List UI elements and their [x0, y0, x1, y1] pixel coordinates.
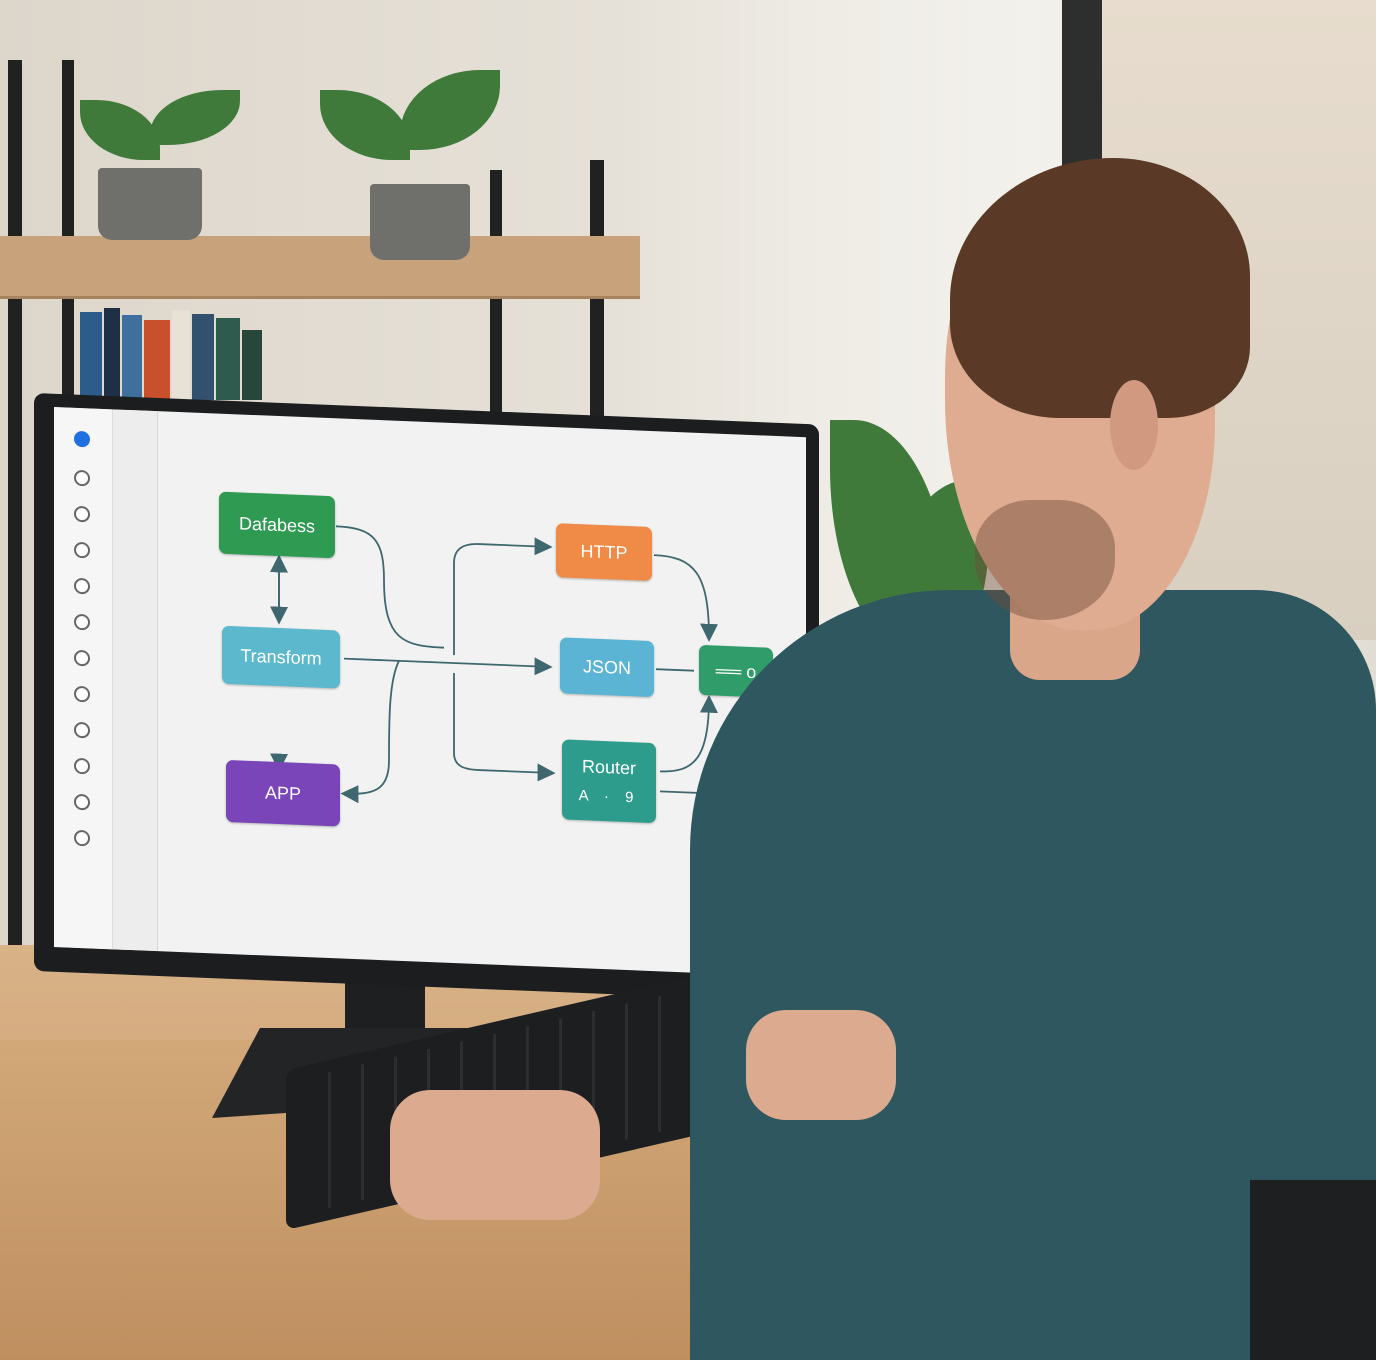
edge-json-output — [656, 668, 694, 672]
edge-transform-json — [344, 657, 553, 676]
node-app[interactable]: APP — [226, 759, 340, 827]
books — [80, 305, 300, 400]
node-router-sub: A · 9 — [578, 787, 640, 807]
plant-pot — [370, 184, 470, 260]
node-database[interactable]: Dafabess — [219, 491, 335, 559]
person-hand-right — [746, 1010, 896, 1120]
node-database-label: Dafabess — [238, 512, 316, 536]
shelf-board — [0, 236, 640, 299]
edge-db-json — [335, 525, 445, 649]
edge-http-output — [653, 554, 718, 642]
node-router-label: Router — [581, 756, 637, 779]
plant-pot — [98, 168, 202, 240]
photo-scene: Dafabess Transform APP HTTP JSON ══ o Ro… — [0, 0, 1376, 1360]
edge-branch-http — [453, 537, 553, 656]
node-transform[interactable]: Transform — [222, 625, 340, 689]
shelf-post — [8, 60, 22, 1060]
node-json[interactable]: JSON — [560, 637, 654, 698]
node-router[interactable]: Router A · 9 — [562, 739, 656, 824]
edge-router-output — [659, 694, 718, 773]
edge-branch-app — [340, 660, 400, 804]
chair — [1250, 1180, 1376, 1360]
node-http-label: HTTP — [580, 540, 628, 563]
node-transform-label: Transform — [240, 644, 322, 669]
node-json-label: JSON — [582, 655, 631, 678]
person-ear — [1110, 380, 1158, 470]
edge-branch-router — [453, 673, 556, 782]
node-http[interactable]: HTTP — [556, 523, 652, 582]
node-output-label: ══ o — [715, 660, 757, 682]
person-beard — [975, 500, 1115, 620]
node-app-label: APP — [264, 781, 302, 804]
person-hand-left — [390, 1090, 600, 1220]
